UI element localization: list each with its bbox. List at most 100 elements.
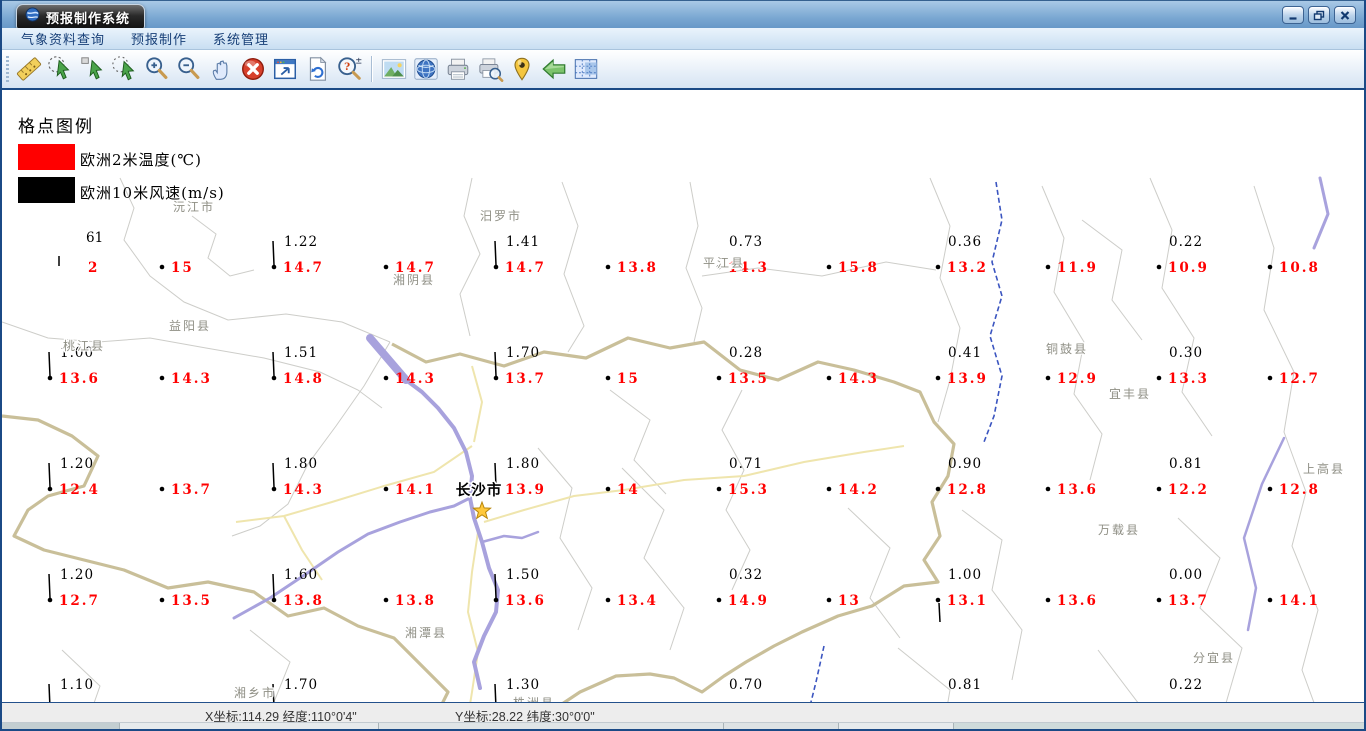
zoom-in-icon <box>146 57 168 79</box>
close-icon <box>1340 10 1350 20</box>
toolbar-button-ruler[interactable] <box>13 53 45 85</box>
toolbar-grip <box>6 56 9 82</box>
city-label: 湘乡市 <box>234 685 276 700</box>
toolbar-button-select-arrow[interactable] <box>77 53 109 85</box>
pan-hand-icon <box>212 60 228 80</box>
city-label: 上高县 <box>1303 461 1345 476</box>
window-controls <box>1282 6 1356 24</box>
grid-point-dot <box>47 375 53 381</box>
print-icon <box>447 58 469 80</box>
status-pane-5 <box>954 723 1364 729</box>
grid-point-wind-speed: 0.00 <box>1169 567 1203 583</box>
grid-point-wind-speed: 0.30 <box>1169 345 1203 361</box>
grid-point-dot <box>159 597 165 603</box>
grid-point-dot <box>1156 486 1162 492</box>
wind-barb <box>494 240 497 266</box>
occluded-value-fragment: 2 <box>88 260 97 276</box>
wind-barb <box>272 462 275 488</box>
city-label: 分宜县 <box>1193 650 1235 665</box>
grid-point-dot <box>47 597 53 603</box>
toolbar-button-globe[interactable] <box>410 53 442 85</box>
toolbar-button-zoom-out[interactable] <box>173 53 205 85</box>
clear-icon <box>242 58 264 80</box>
minimize-button[interactable] <box>1282 6 1304 24</box>
toolbar-button-map-pin[interactable] <box>506 53 538 85</box>
grid-point-temperature: 12.7 <box>1279 371 1320 387</box>
svg-text:?: ? <box>344 61 350 73</box>
county-boundary-line <box>1081 219 1143 341</box>
grid-point-wind-speed: 0.70 <box>729 677 763 693</box>
grid-point-wind-speed: 0.73 <box>729 234 763 250</box>
map-area[interactable]: 15 14.7 1.22 14.7 14.7 1.41 13.8 14.3 0.73 15.8 13… <box>2 88 1364 702</box>
toolbar-button-pan-hand[interactable] <box>205 53 237 85</box>
city-label: 宜丰县 <box>1109 386 1151 401</box>
grid-point-wind-speed: 1.70 <box>284 677 318 693</box>
menu-item-2[interactable]: 系统管理 <box>200 27 282 50</box>
grid-point-wind-speed: 0.36 <box>948 234 982 250</box>
grid-point-dot <box>1045 375 1051 381</box>
legend-label-1: 欧洲10米风速(m/s) <box>80 184 225 202</box>
railway-line <box>983 181 1003 443</box>
city-label: 株洲县 <box>513 695 555 702</box>
grid-point-wind-speed: 1.80 <box>506 456 540 472</box>
grid-point-temperature: 15 <box>617 371 640 387</box>
grid-point-temperature: 12.2 <box>1168 482 1209 498</box>
grid-point-dot <box>1267 264 1273 270</box>
grid-point-dot <box>826 264 832 270</box>
toolbar-button-select-lasso[interactable] <box>109 53 141 85</box>
grid-point-temperature: 13.2 <box>947 260 988 276</box>
grid-point-temperature: 13.6 <box>1057 482 1098 498</box>
grid-point-temperature: 13.8 <box>617 260 658 276</box>
close-button[interactable] <box>1334 6 1356 24</box>
toolbar-button-window-export[interactable] <box>269 53 301 85</box>
grid-point-dot <box>605 597 611 603</box>
toolbar-button-back-arrow[interactable] <box>538 53 570 85</box>
menu-item-0[interactable]: 气象资料查询 <box>8 27 118 50</box>
city-label: 铜鼓县 <box>1046 341 1088 356</box>
print-preview-icon <box>479 58 504 82</box>
grid-point-dot <box>47 486 53 492</box>
county-boundary-line <box>2 321 383 409</box>
toolbar-button-zoom-in[interactable] <box>141 53 173 85</box>
toolbar-button-image[interactable] <box>378 53 410 85</box>
restore-button[interactable] <box>1308 6 1330 24</box>
map-pin-icon <box>514 57 530 81</box>
grid-point-temperature: 13.6 <box>505 593 546 609</box>
city-label: 桃江县 <box>63 338 105 353</box>
wind-barb <box>48 573 51 599</box>
grid-point-wind-speed: 0.81 <box>948 677 982 693</box>
grid-point-wind-speed: 1.10 <box>60 677 94 693</box>
menu-item-1[interactable]: 预报制作 <box>118 27 200 50</box>
grid-point-dot <box>1156 264 1162 270</box>
grid-point-dot <box>1156 597 1162 603</box>
globe-icon <box>414 58 438 80</box>
toolbar-button-print[interactable] <box>442 53 474 85</box>
grid-point-temperature: 14.8 <box>283 371 324 387</box>
toolbar-button-identify[interactable]: ? ± <box>333 53 365 85</box>
wind-barb <box>938 602 941 623</box>
select-circle-icon <box>48 56 70 80</box>
toolbar-button-select-circle[interactable] <box>45 53 77 85</box>
toolbar-button-grid-layer[interactable] <box>570 53 602 85</box>
toolbar-button-clear[interactable] <box>237 53 269 85</box>
grid-point-wind-speed: 0.90 <box>948 456 982 472</box>
grid-point-wind-speed: 0.28 <box>729 345 763 361</box>
status-pane-0 <box>2 723 120 729</box>
grid-point-dot <box>716 486 722 492</box>
grid-point-temperature: 10.9 <box>1168 260 1209 276</box>
county-boundary-line <box>609 389 667 495</box>
grid-point-dot <box>935 486 941 492</box>
grid-point-temperature: 14.3 <box>838 371 879 387</box>
grid-point-dot <box>271 486 277 492</box>
restore-icon <box>1313 10 1325 20</box>
grid-point-temperature: 13.7 <box>505 371 546 387</box>
grid-point-dot <box>605 486 611 492</box>
toolbar-button-print-preview[interactable] <box>474 53 506 85</box>
grid-point-dot <box>159 375 165 381</box>
grid-point-temperature: 13.8 <box>395 593 436 609</box>
county-boundary-line <box>1177 517 1243 702</box>
city-label: 湘潭县 <box>405 625 447 640</box>
grid-point-dot <box>159 486 165 492</box>
grid-point-temperature: 13.4 <box>617 593 658 609</box>
toolbar-button-refresh-page[interactable] <box>301 53 333 85</box>
